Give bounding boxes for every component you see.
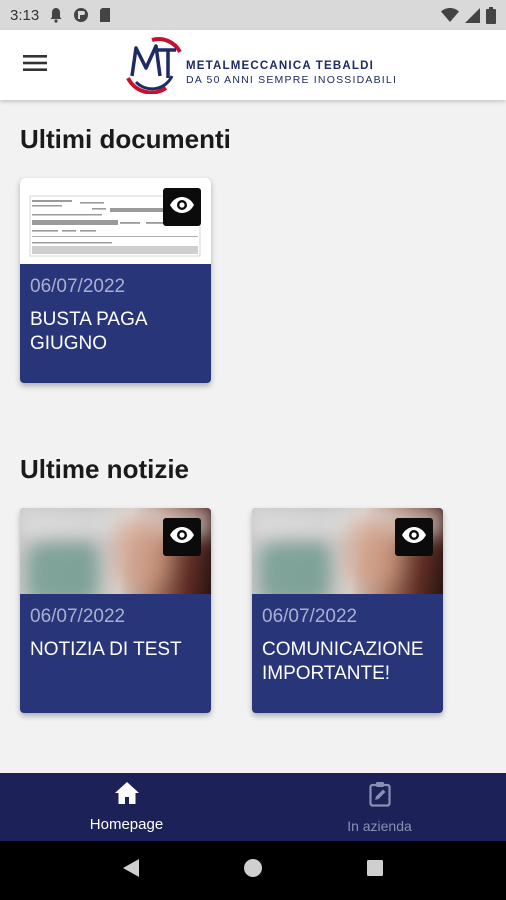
card-date: 06/07/2022 <box>30 276 126 297</box>
app-bar: METALMECCANICA TEBALDI DA 50 ANNI SEMPRE… <box>0 30 506 100</box>
documents-section-title: Ultimi documenti <box>20 124 231 154</box>
eye-icon <box>169 526 195 549</box>
cast-icon <box>73 7 89 23</box>
bell-icon <box>49 7 63 23</box>
status-left: 3:13 <box>10 7 111 24</box>
status-right <box>441 6 496 24</box>
brand-tagline: DA 50 ANNI SEMPRE INOSSIDABILI <box>186 74 398 86</box>
news-thumbnail <box>20 508 211 594</box>
home-button[interactable] <box>233 851 273 891</box>
eye-icon <box>169 196 195 219</box>
nav-label: In azienda <box>347 817 412 834</box>
news-thumbnail <box>252 508 443 594</box>
brand-name: METALMECCANICA TEBALDI <box>186 60 375 72</box>
status-bar: 3:13 <box>0 0 506 30</box>
clipboard-edit-icon <box>368 781 391 812</box>
document-thumbnail <box>20 178 211 264</box>
system-navigation-bar <box>0 841 506 900</box>
battery-icon <box>486 6 496 24</box>
card-date: 06/07/2022 <box>30 606 126 627</box>
hamburger-menu-icon <box>23 54 47 77</box>
signal-icon <box>465 7 480 23</box>
news-card[interactable]: 06/07/2022 NOTIZIA DI TEST <box>20 508 211 713</box>
back-icon <box>122 858 140 883</box>
brand-logo: METALMECCANICA TEBALDI DA 50 ANNI SEMPRE… <box>122 33 397 97</box>
view-button[interactable] <box>163 188 201 226</box>
nav-label: Homepage <box>89 816 164 833</box>
mt-logo-icon <box>122 32 184 99</box>
document-card[interactable]: 06/07/2022 BUSTA PAGA GIUGNO <box>20 178 211 383</box>
brand-text: METALMECCANICA TEBALDI DA 50 ANNI SEMPRE… <box>186 60 397 86</box>
recents-icon <box>366 859 384 882</box>
view-button[interactable] <box>163 518 201 556</box>
card-title: BUSTA PAGA GIUGNO <box>30 309 148 354</box>
wifi-icon <box>441 8 459 22</box>
nav-item-homepage[interactable]: Homepage <box>0 773 253 841</box>
back-button[interactable] <box>111 851 151 891</box>
card-title: COMUNICAZIONE IMPORTANTE! <box>262 639 424 684</box>
news-card[interactable]: 06/07/2022 COMUNICAZIONE IMPORTANTE! <box>252 508 443 713</box>
news-section-title: Ultime notizie <box>20 454 190 484</box>
status-time: 3:13 <box>10 6 40 24</box>
home-icon <box>114 781 140 810</box>
home-circle-icon <box>243 858 263 883</box>
menu-button[interactable] <box>0 30 70 100</box>
bottom-navigation: Homepage In azienda <box>0 773 506 841</box>
view-button[interactable] <box>395 518 433 556</box>
sd-card-icon <box>99 7 111 23</box>
eye-icon <box>401 526 427 549</box>
recents-button[interactable] <box>355 851 395 891</box>
card-title: NOTIZIA DI TEST <box>30 639 182 660</box>
card-date: 06/07/2022 <box>262 606 358 627</box>
nav-item-in-azienda[interactable]: In azienda <box>253 773 506 841</box>
